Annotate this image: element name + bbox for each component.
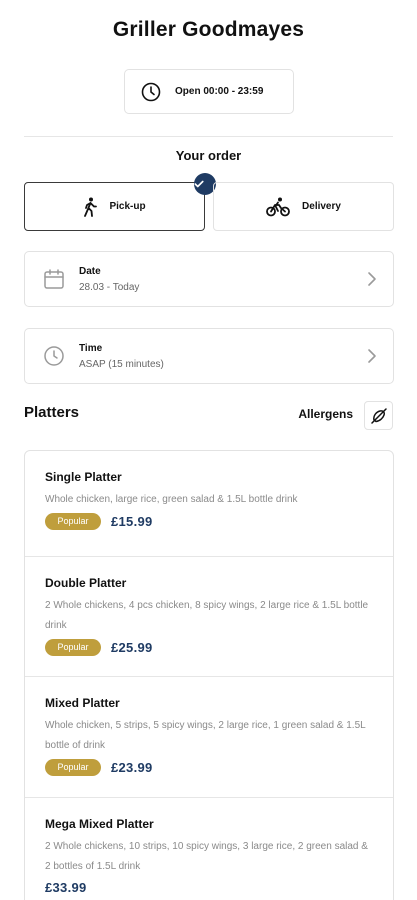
opening-hours-text: Open 00:00 - 23:59 — [175, 86, 264, 97]
item-description: 2 Whole chickens, 10 strips, 10 spicy wi… — [45, 841, 368, 872]
calendar-icon — [44, 269, 64, 289]
divider — [24, 136, 393, 137]
item-description: Whole chicken, large rice, green salad &… — [45, 494, 298, 505]
time-selector[interactable]: Time ASAP (15 minutes) — [24, 328, 394, 384]
delivery-option[interactable]: Delivery — [213, 182, 394, 231]
chevron-right-icon — [368, 272, 376, 286]
chevron-right-icon — [368, 349, 376, 363]
item-description: Whole chicken, 5 strips, 5 spicy wings, … — [45, 720, 366, 751]
delivery-label: Delivery — [302, 201, 341, 212]
date-label: Date — [79, 265, 101, 277]
popular-badge: Popular — [45, 639, 101, 656]
item-price: £23.99 — [111, 760, 153, 775]
category-title: Platters — [24, 404, 80, 421]
menu-item[interactable]: Single Platter Whole chicken, large rice… — [25, 451, 393, 557]
item-name: Single Platter — [45, 470, 122, 484]
popular-badge: Popular — [45, 759, 101, 776]
menu-item[interactable]: Mixed Platter Whole chicken, 5 strips, 5… — [25, 677, 393, 798]
item-description: 2 Whole chickens, 4 pcs chicken, 8 spicy… — [45, 600, 369, 631]
clock-icon — [44, 346, 64, 366]
item-name: Double Platter — [45, 576, 127, 590]
time-label: Time — [79, 342, 103, 354]
item-price: £25.99 — [111, 640, 153, 655]
allergens-button[interactable] — [364, 401, 393, 430]
bicycle-icon — [266, 197, 290, 216]
item-name: Mega Mixed Platter — [45, 817, 154, 831]
popular-badge: Popular — [45, 513, 101, 530]
opening-hours: Open 00:00 - 23:59 — [124, 69, 294, 114]
restaurant-title: Griller Goodmayes — [112, 18, 305, 41]
pickup-label: Pick-up — [109, 201, 146, 212]
item-price: £15.99 — [111, 514, 153, 529]
pickup-option[interactable]: Pick-up — [24, 173, 216, 231]
date-value: 28.03 - Today — [79, 281, 140, 293]
walking-person-icon — [84, 197, 98, 217]
allergens-link[interactable]: Allergens — [298, 407, 353, 421]
menu-list: Single Platter Whole chicken, large rice… — [24, 450, 394, 900]
allergen-icon — [370, 407, 387, 424]
menu-item[interactable]: Double Platter 2 Whole chickens, 4 pcs c… — [25, 557, 393, 677]
time-value: ASAP (15 minutes) — [79, 358, 164, 370]
clock-icon — [141, 82, 161, 101]
item-name: Mixed Platter — [45, 696, 120, 710]
menu-item[interactable]: Mega Mixed Platter 2 Whole chickens, 10 … — [25, 798, 393, 900]
your-order-title: Your order — [175, 148, 242, 163]
date-selector[interactable]: Date 28.03 - Today — [24, 251, 394, 307]
item-price: £33.99 — [45, 880, 87, 895]
